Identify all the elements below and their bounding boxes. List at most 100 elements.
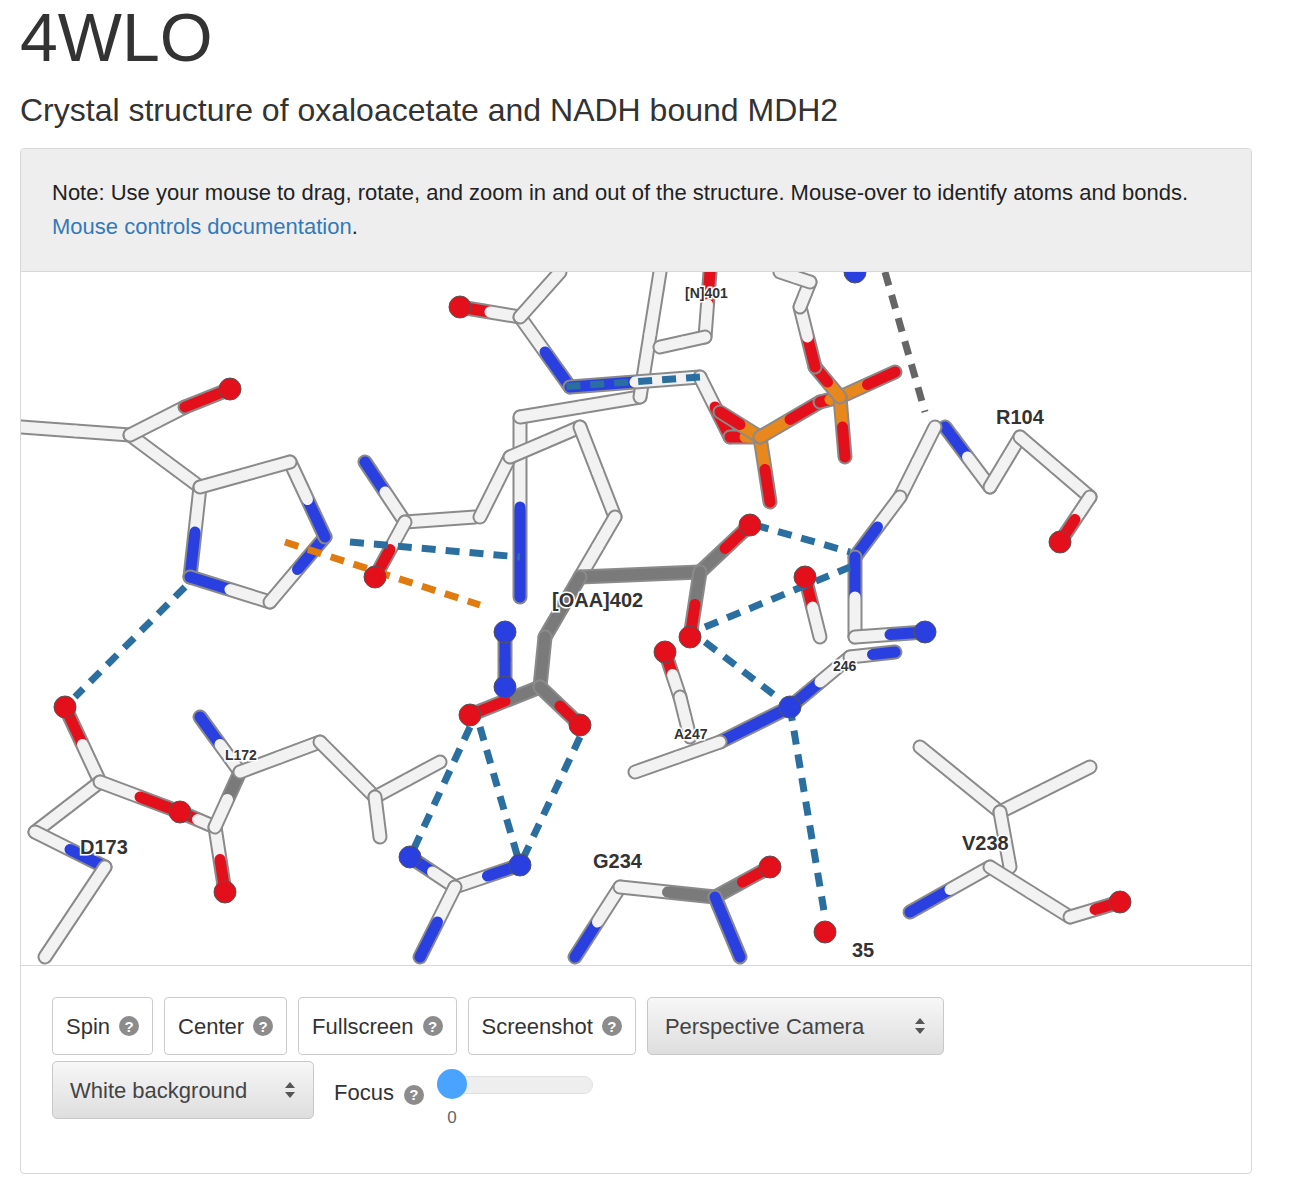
residue-stick[interactable] [720,707,790,742]
atom[interactable] [494,676,516,698]
interaction-bond[interactable] [520,737,580,865]
atom[interactable] [509,854,531,876]
residue-stick[interactable] [365,462,405,522]
residue-stick[interactable] [620,887,715,897]
residue-stick[interactable] [200,717,240,772]
interaction-bond[interactable] [755,525,850,552]
atom[interactable] [1109,891,1131,913]
residue-stick[interactable] [130,407,185,435]
atom[interactable] [169,801,191,823]
residue-stick[interactable] [850,652,895,657]
residue-stick[interactable] [375,762,440,797]
background-select[interactable]: White background [52,1061,314,1119]
molecule-structure[interactable]: [N]401R104[OAA]402246A247L172D173G234V23… [21,272,1252,965]
help-icon[interactable]: ? [253,1016,273,1036]
control-button[interactable]: Screenshot? [468,997,636,1055]
interaction-bond[interactable] [75,587,185,697]
residue-stick[interactable] [215,772,240,827]
help-icon[interactable]: ? [119,1016,139,1036]
atom[interactable] [399,846,421,868]
residue-stick[interactable] [45,867,105,957]
residue-stick[interactable] [520,272,560,317]
interaction-bond[interactable] [885,272,925,412]
interaction-bond[interactable] [410,727,470,857]
atom[interactable] [914,621,936,643]
residue-stick[interactable] [405,517,475,522]
residue-stick[interactable] [375,797,380,837]
residue-stick[interactable] [660,337,705,347]
residue-stick[interactable] [800,307,815,367]
residue-stick[interactable] [855,557,856,637]
residue-stick[interactable] [130,435,200,487]
residue-stick[interactable] [910,867,990,912]
atom[interactable] [214,881,236,903]
residue-stick[interactable] [190,577,270,602]
residue-stick[interactable] [510,427,580,457]
atom[interactable] [814,921,836,943]
ligand-stick[interactable] [580,572,700,577]
residue-stick[interactable] [760,437,770,502]
slider-knob[interactable] [437,1069,467,1099]
atom[interactable] [679,626,701,648]
residue-stick[interactable] [520,317,570,387]
residue-stick[interactable] [990,867,1070,917]
residue-stick[interactable] [760,402,820,437]
interaction-bond[interactable] [480,727,520,865]
residue-stick[interactable] [990,437,1020,487]
residue-stick[interactable] [190,487,200,577]
residue-stick[interactable] [21,427,130,435]
ligand-stick[interactable] [540,637,545,687]
residue-stick[interactable] [780,272,810,282]
residue-stick[interactable] [635,742,720,772]
atom[interactable] [1049,531,1071,553]
residue-stick[interactable] [1020,437,1090,497]
camera-select[interactable]: Perspective Camera [647,997,944,1055]
residue-stick[interactable] [840,397,845,457]
control-button[interactable]: Spin? [52,997,153,1055]
residue-stick[interactable] [715,897,740,957]
residue-stick[interactable] [1000,767,1090,812]
atom[interactable] [449,296,471,318]
atom[interactable] [794,566,816,588]
residue-stick[interactable] [900,427,935,497]
help-icon[interactable]: ? [602,1016,622,1036]
atom[interactable] [654,641,676,663]
interaction-bond[interactable] [560,377,700,387]
residue-stick[interactable] [705,272,710,337]
residue-stick[interactable] [35,782,100,832]
interaction-bond[interactable] [350,542,520,557]
control-button[interactable]: Fullscreen? [298,997,456,1055]
atom[interactable] [494,621,516,643]
residue-stick[interactable] [855,497,900,557]
control-button[interactable]: Center? [164,997,287,1055]
atom[interactable] [219,378,241,400]
help-icon[interactable]: ? [404,1085,424,1105]
atom[interactable] [739,514,761,536]
residue-stick[interactable] [65,707,100,782]
residue-stick[interactable] [520,417,521,597]
residue-stick[interactable] [920,747,1000,812]
residue-stick[interactable] [580,517,615,577]
atom[interactable] [459,704,481,726]
atom[interactable] [569,714,591,736]
interaction-bond[interactable] [705,567,850,627]
residue-stick[interactable] [570,377,700,387]
molecule-viewer[interactable]: [N]401R104[OAA]402246A247L172D173G234V23… [21,272,1251,965]
interaction-bond[interactable] [790,707,825,917]
atom[interactable] [54,696,76,718]
documentation-link[interactable]: Mouse controls documentation [52,214,352,239]
atom[interactable] [759,856,781,878]
residue-stick[interactable] [100,782,180,812]
residue-stick[interactable] [575,887,620,957]
help-icon[interactable]: ? [423,1016,443,1036]
atom[interactable] [844,272,866,283]
atom[interactable] [364,566,386,588]
residue-stick[interactable] [420,887,455,957]
residue-stick[interactable] [480,457,510,517]
residue-stick[interactable] [840,372,895,397]
residue-stick[interactable] [520,397,640,417]
residue-stick[interactable] [945,427,990,487]
residue-stick[interactable] [580,427,615,517]
atom[interactable] [779,696,801,718]
residue-stick[interactable] [290,462,325,537]
